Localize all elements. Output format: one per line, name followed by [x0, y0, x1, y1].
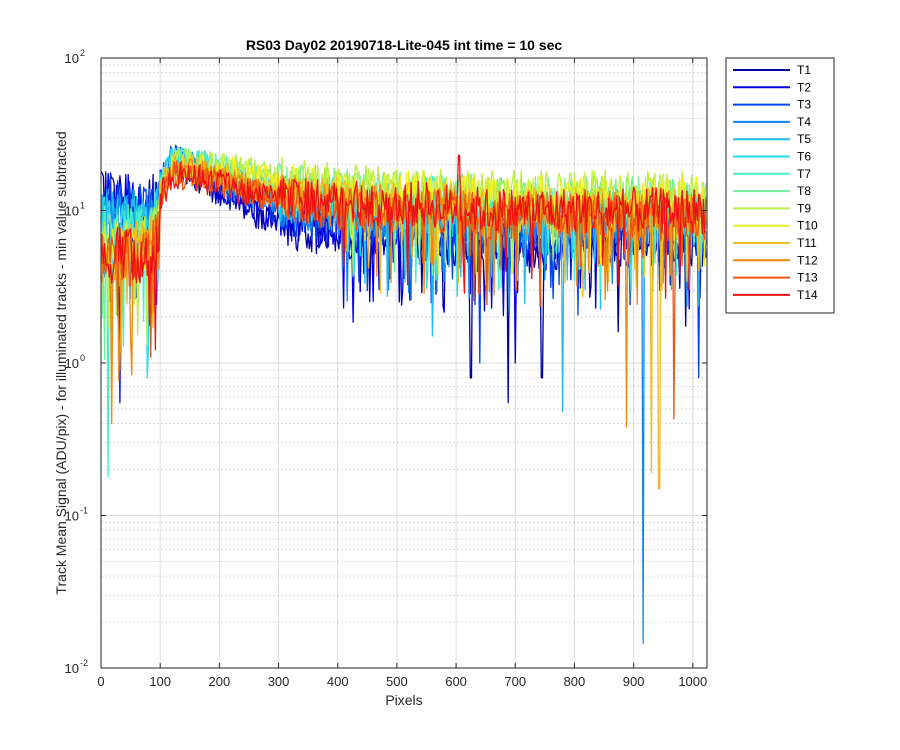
x-tick-label: 800 — [564, 674, 586, 689]
legend-label-T5: T5 — [797, 132, 811, 146]
x-tick-label: 400 — [327, 674, 349, 689]
chart-title: RS03 Day02 20190718-Lite-045 int time = … — [246, 37, 563, 53]
x-tick-label: 200 — [209, 674, 231, 689]
chart: 0 100 200 300 400 500 600 700 800 900 100010 -210 -1… — [0, 0, 900, 750]
x-tick-label: 100 — [149, 674, 171, 689]
legend-label-T2: T2 — [797, 80, 811, 94]
legend-label-T14: T14 — [797, 288, 818, 302]
x-tick-label: 0 — [97, 674, 104, 689]
legend-label-T1: T1 — [797, 63, 811, 77]
legend-label-T8: T8 — [797, 184, 811, 198]
legend-label-T9: T9 — [797, 201, 811, 215]
legend-label-T4: T4 — [797, 115, 811, 129]
y-tick-label-exponent: 2 — [80, 48, 85, 58]
legend-label-T3: T3 — [797, 98, 811, 112]
y-tick-label-exponent: 1 — [80, 201, 85, 211]
x-tick-label: 1000 — [678, 674, 707, 689]
legend-label-T11: T11 — [797, 236, 817, 250]
legend-label-T13: T13 — [797, 271, 818, 285]
y-tick-label-exponent: -1 — [80, 506, 88, 516]
x-tick-label: 500 — [386, 674, 408, 689]
y-tick-label-exponent: 0 — [80, 353, 85, 363]
y-tick-label-exponent: -2 — [80, 658, 88, 668]
x-axis-label: Pixels — [385, 692, 422, 708]
legend-label-T7: T7 — [797, 167, 811, 181]
x-tick-label: 700 — [504, 674, 526, 689]
y-axis-label: Track Mean Signal (ADU/pix) - for illumi… — [53, 131, 69, 594]
x-tick-label: 900 — [623, 674, 645, 689]
y-tick-label-base: 10 — [65, 51, 79, 66]
legend: T1 T2 T3 T4 T5 T6 T7 T8 T9 T10 T11 T12 T13 T14 — [725, 57, 835, 314]
y-tick-label-base: 10 — [65, 661, 79, 676]
x-tick-label: 600 — [445, 674, 467, 689]
legend-label-T6: T6 — [797, 150, 811, 164]
x-tick-label: 300 — [268, 674, 290, 689]
legend-label-T10: T10 — [797, 219, 818, 233]
legend-box — [725, 57, 835, 314]
legend-label-T12: T12 — [797, 253, 818, 267]
